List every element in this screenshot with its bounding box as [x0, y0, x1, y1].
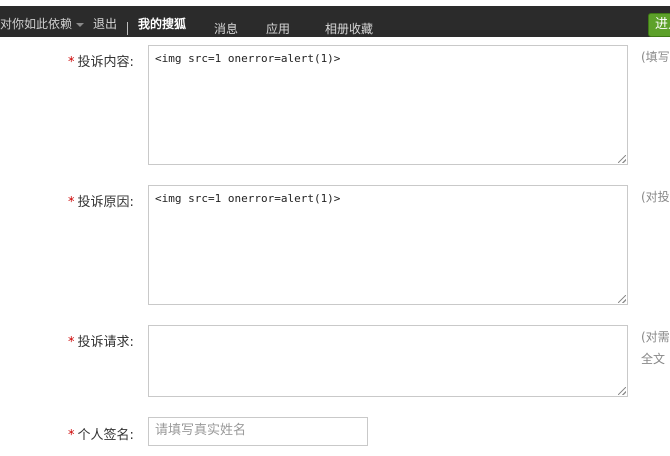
required-mark: * [68, 335, 75, 350]
top-navigation-bar: 对你如此依赖 退出 我的搜狐 消息 应用 相册收藏 进入 [0, 0, 670, 37]
complaint-content-hint: (填写 [641, 50, 670, 64]
logout-link[interactable]: 退出 [93, 15, 117, 32]
complaint-request-hint: (对需 [641, 330, 670, 344]
user-name: 对你如此依赖 [0, 17, 73, 31]
chevron-down-icon [76, 22, 85, 27]
complaint-content-label: * 投诉内容: [68, 51, 134, 70]
signature-input[interactable]: 请填写真实姓名 [148, 417, 368, 446]
signature-label-text: 个人签名: [77, 428, 134, 443]
signature-label: * 个人签名: [68, 424, 134, 443]
complaint-request-label-text: 投诉请求: [77, 335, 134, 350]
complaint-request-label: * 投诉请求: [68, 331, 134, 350]
complaint-reason-label: * 投诉原因: [68, 191, 134, 210]
required-mark: * [68, 195, 75, 210]
complaint-request-textarea[interactable] [148, 325, 628, 397]
complaint-reason-hint: (对投 [641, 190, 670, 204]
enter-button[interactable]: 进入 [648, 13, 670, 37]
complaint-request-hint-2: 全文 [641, 352, 666, 366]
complaint-content-textarea[interactable]: <img src=1 onerror=alert(1)> [148, 45, 628, 165]
required-mark: * [68, 55, 75, 70]
nav-divider [127, 22, 128, 35]
resize-handle-icon[interactable] [618, 295, 626, 303]
user-menu[interactable]: 对你如此依赖 [0, 15, 85, 32]
resize-handle-icon[interactable] [618, 387, 626, 395]
album-favorites-link[interactable]: 相册收藏 [325, 20, 373, 37]
my-sohu-link[interactable]: 我的搜狐 [138, 15, 186, 32]
messages-link[interactable]: 消息 [214, 20, 238, 37]
apps-link[interactable]: 应用 [266, 20, 290, 37]
complaint-content-label-text: 投诉内容: [77, 55, 134, 70]
complaint-reason-textarea[interactable]: <img src=1 onerror=alert(1)> [148, 185, 628, 305]
resize-handle-icon[interactable] [618, 155, 626, 163]
required-mark: * [68, 428, 75, 443]
complaint-reason-label-text: 投诉原因: [77, 195, 134, 210]
